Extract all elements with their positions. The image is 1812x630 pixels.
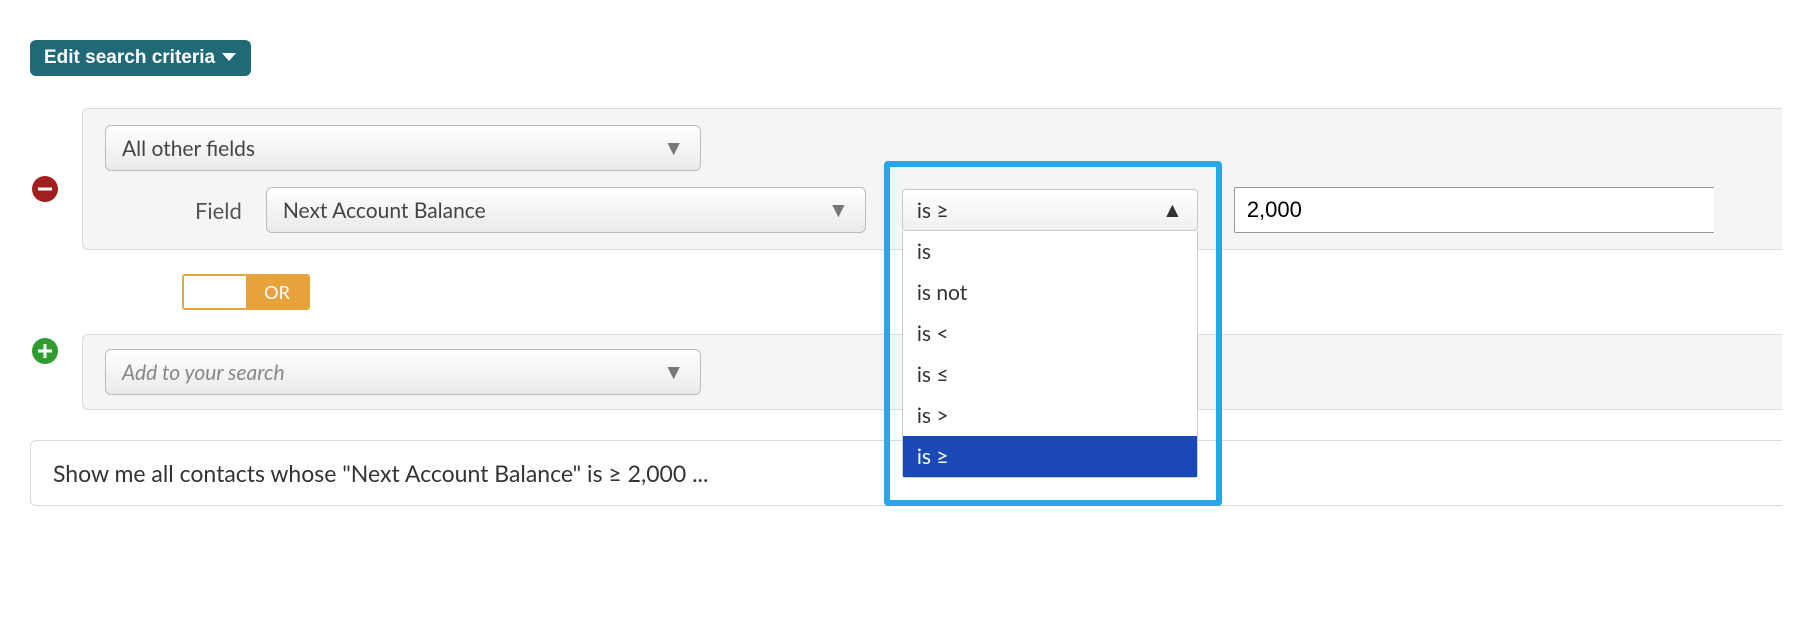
minus-icon <box>38 177 52 201</box>
row-gutter <box>30 334 60 364</box>
operator-option[interactable]: is not <box>903 272 1197 313</box>
and-segment[interactable] <box>184 276 246 308</box>
category-dropdown[interactable]: All other fields ▼ <box>105 125 701 171</box>
operator-option-selected[interactable]: is ≥ <box>903 436 1197 477</box>
field-dropdown[interactable]: Next Account Balance ▼ <box>266 187 866 233</box>
category-selected-label: All other fields <box>122 136 255 161</box>
add-search-placeholder: Add to your search <box>122 360 285 385</box>
row-gutter <box>30 108 60 202</box>
value-input[interactable] <box>1234 187 1714 233</box>
chevron-down-icon <box>221 47 237 69</box>
dropdown-arrow-icon: ▼ <box>663 135 684 161</box>
edit-search-criteria-label: Edit search criteria <box>44 47 215 69</box>
plus-icon <box>38 339 52 363</box>
dropdown-arrow-icon: ▼ <box>663 359 684 385</box>
dropdown-arrow-up-icon: ▲ <box>1162 197 1183 223</box>
edit-search-criteria-button[interactable]: Edit search criteria <box>30 40 251 76</box>
operator-dropdown[interactable]: is ≥ ▲ is is not is < is ≤ is > is ≥ <box>902 189 1198 478</box>
or-segment[interactable]: OR <box>246 276 308 308</box>
operator-option[interactable]: is > <box>903 395 1197 436</box>
operator-option[interactable]: is ≤ <box>903 354 1197 395</box>
operator-options-list: is is not is < is ≤ is > is ≥ <box>902 231 1198 478</box>
operator-option[interactable]: is < <box>903 313 1197 354</box>
operator-option[interactable]: is <box>903 231 1197 272</box>
add-criteria-button[interactable] <box>32 338 58 364</box>
dropdown-arrow-icon: ▼ <box>828 197 849 223</box>
field-label: Field <box>195 197 242 224</box>
add-search-dropdown[interactable]: Add to your search ▼ <box>105 349 701 395</box>
and-or-toggle[interactable]: OR <box>182 274 310 310</box>
remove-criteria-button[interactable] <box>32 176 58 202</box>
operator-dropdown-button[interactable]: is ≥ ▲ <box>902 189 1198 231</box>
field-selected-label: Next Account Balance <box>283 198 486 223</box>
operator-selected-label: is ≥ <box>917 198 949 223</box>
